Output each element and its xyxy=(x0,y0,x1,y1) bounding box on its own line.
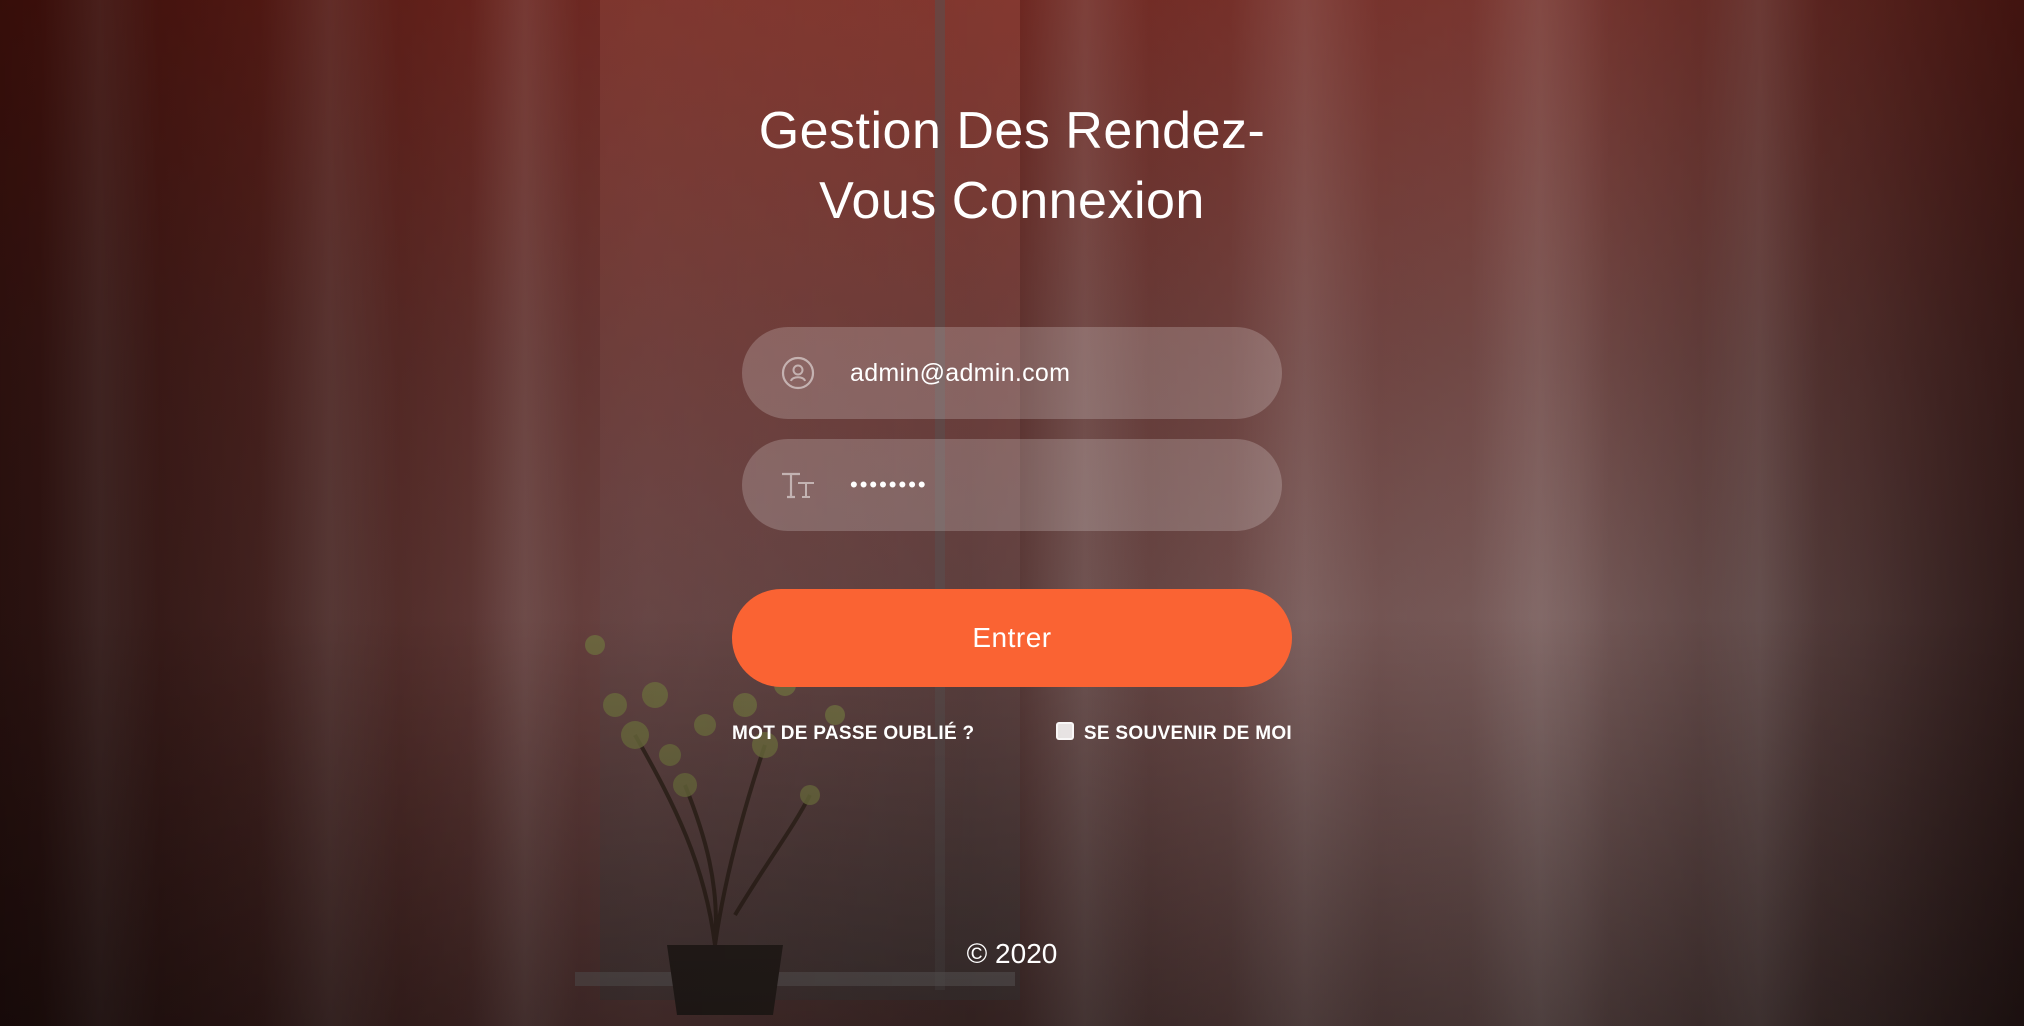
login-container: Gestion Des Rendez-Vous Connexion admin@… xyxy=(0,0,2024,1026)
page-title: Gestion Des Rendez-Vous Connexion xyxy=(758,102,1266,230)
text-format-icon xyxy=(778,465,818,505)
copyright-footer: © 2020 xyxy=(966,938,1058,969)
submit-button[interactable]: Entrer xyxy=(732,589,1292,687)
remember-me[interactable]: SE SOUVENIR DE MOI xyxy=(1055,722,1292,745)
user-circle-icon xyxy=(778,353,818,393)
login-page: Gestion Des Rendez-Vous Connexion admin@… xyxy=(0,0,2024,1026)
remember-me-checkbox[interactable] xyxy=(1055,722,1074,740)
login-options: MOT DE PASSE OUBLIÉ ? SE SOUVENIR DE MOI xyxy=(732,718,1292,750)
email-input[interactable] xyxy=(850,343,1242,403)
remember-me-label: SE SOUVENIR DE MOI xyxy=(1083,723,1292,744)
password-field xyxy=(742,439,1282,531)
forgot-password-link[interactable]: MOT DE PASSE OUBLIÉ ? xyxy=(732,723,974,745)
password-input[interactable] xyxy=(850,455,1242,515)
email-field xyxy=(742,327,1282,419)
